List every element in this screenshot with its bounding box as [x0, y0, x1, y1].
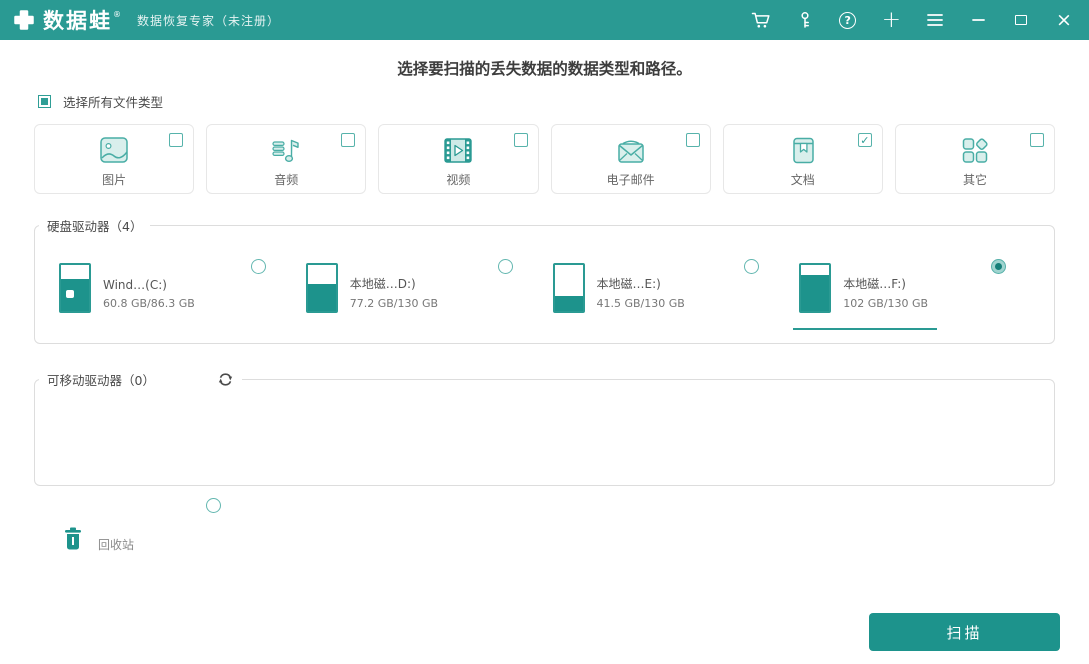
- video-checkbox[interactable]: [513, 133, 528, 147]
- card-label: 电子邮件: [606, 173, 655, 187]
- card-audio[interactable]: 音频: [206, 124, 367, 194]
- drive-name: 本地磁…E:): [596, 277, 661, 291]
- drive-item-d[interactable]: 本地磁…D:) 77.2 GB/130 GB: [305, 259, 553, 313]
- drive-capacity-icon: [59, 263, 91, 313]
- drive-item-e[interactable]: 本地磁…E:) 41.5 GB/130 GB: [552, 259, 800, 313]
- drive-radio[interactable]: [744, 259, 760, 274]
- recycle-bin-section: 回收站: [34, 496, 1055, 576]
- card-images[interactable]: 图片: [34, 124, 195, 194]
- drive-capacity: 77.2 GB/130 GB: [349, 297, 439, 310]
- select-all-checkbox[interactable]: [38, 95, 51, 108]
- app-logo-icon: [12, 8, 36, 32]
- card-others[interactable]: 其它: [894, 124, 1056, 194]
- card-label: 视频: [446, 173, 471, 187]
- card-documents[interactable]: 文档: [722, 124, 883, 194]
- file-type-cards: 图片 音频 视频 电子邮件 ✓ 文档 其它: [34, 124, 1056, 194]
- card-label: 其它: [962, 173, 987, 187]
- images-checkbox[interactable]: [169, 133, 184, 147]
- hard-drives-section: 硬盘驱动器（4） Wind…(C:) 60.8 GB/86.3 GB 本地磁…D…: [34, 216, 1055, 344]
- hard-drives-title: 硬盘驱动器（4）: [47, 219, 143, 234]
- documents-checkbox[interactable]: [857, 133, 872, 147]
- card-video[interactable]: 视频: [378, 124, 539, 194]
- drive-radio[interactable]: [497, 259, 513, 274]
- audio-checkbox[interactable]: [341, 133, 356, 147]
- drive-capacity: 102 GB/130 GB: [843, 297, 929, 310]
- drive-capacity: 41.5 GB/130 GB: [596, 297, 685, 310]
- app-name: 数据蛙: [43, 9, 112, 33]
- drive-capacity-icon: [552, 263, 585, 313]
- removable-drives-section: 可移动驱动器（0）: [34, 370, 1055, 486]
- brand: 数据蛙 ® 数据恢复专家（未注册）: [12, 5, 280, 35]
- menu-icon[interactable]: [926, 10, 944, 30]
- page-title: 选择要扫描的丢失数据的数据类型和路径。: [397, 60, 692, 78]
- drive-name: Wind…(C:): [103, 278, 167, 292]
- drive-capacity-icon: [799, 263, 832, 313]
- drive-radio[interactable]: [250, 259, 266, 274]
- others-checkbox[interactable]: [1030, 133, 1045, 147]
- titlebar: 数据蛙 ® 数据恢复专家（未注册） ? + ×: [0, 0, 1089, 40]
- close-icon[interactable]: ×: [1055, 10, 1073, 30]
- hard-drives-list: Wind…(C:) 60.8 GB/86.3 GB 本地磁…D:) 77.2 G…: [35, 235, 1054, 343]
- removable-drives-list: [35, 389, 1054, 485]
- drive-radio[interactable]: [991, 259, 1006, 274]
- help-icon[interactable]: ?: [839, 10, 857, 30]
- select-all-label: 选择所有文件类型: [63, 95, 164, 110]
- recycle-bin-label: 回收站: [98, 538, 135, 552]
- drive-name: 本地磁…F:): [843, 277, 906, 291]
- refresh-icon[interactable]: [217, 371, 234, 388]
- titlebar-actions: ? + ×: [751, 9, 1073, 32]
- registered-mark: ®: [113, 10, 121, 19]
- main-content: 选择要扫描的丢失数据的数据类型和路径。 选择所有文件类型 图片 音频 视频 电子…: [0, 40, 1089, 576]
- drive-name: 本地磁…D:): [349, 277, 416, 291]
- removable-drives-title: 可移动驱动器（0）: [47, 373, 155, 388]
- trash-icon: [62, 526, 84, 555]
- card-email[interactable]: 电子邮件: [550, 124, 711, 194]
- plus-icon[interactable]: +: [882, 9, 901, 32]
- app-window: 数据蛙 ® 数据恢复专家（未注册） ? + × 选择要扫描的丢失数据的数据类型和…: [0, 0, 1089, 664]
- minimize-icon[interactable]: [969, 10, 987, 30]
- windows-badge-icon: [66, 290, 74, 298]
- cart-icon[interactable]: [751, 10, 771, 30]
- scan-button[interactable]: 扫描: [869, 613, 1060, 651]
- drive-capacity: 60.8 GB/86.3 GB: [103, 297, 195, 310]
- drive-item-f[interactable]: 本地磁…F:) 102 GB/130 GB: [793, 259, 1046, 330]
- card-label: 文档: [790, 173, 815, 187]
- app-subtitle: 数据恢复专家（未注册）: [137, 13, 281, 28]
- card-label: 图片: [102, 173, 127, 187]
- select-all-filetypes[interactable]: 选择所有文件类型: [38, 92, 163, 111]
- email-checkbox[interactable]: [685, 133, 700, 147]
- drive-item-c[interactable]: Wind…(C:) 60.8 GB/86.3 GB: [59, 259, 306, 313]
- card-label: 音频: [274, 173, 299, 187]
- drive-capacity-icon: [305, 263, 338, 313]
- maximize-icon[interactable]: [1012, 10, 1030, 30]
- key-icon[interactable]: [796, 10, 814, 30]
- recycle-bin-radio[interactable]: [206, 498, 221, 513]
- recycle-bin-item[interactable]: 回收站: [62, 526, 134, 555]
